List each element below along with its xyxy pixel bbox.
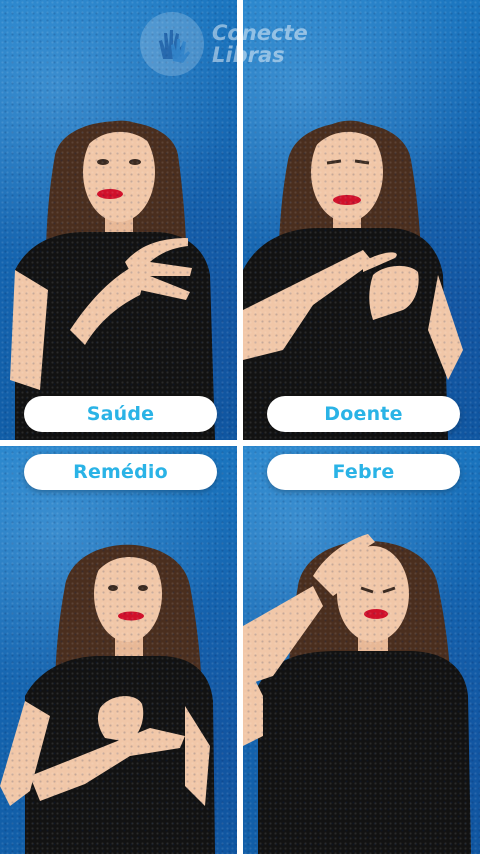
sign-label-pill: Febre bbox=[267, 454, 460, 490]
signer-figure bbox=[0, 544, 215, 854]
signer-figure bbox=[243, 534, 471, 854]
panel-febre: Febre bbox=[243, 446, 480, 854]
sign-label-pill: Doente bbox=[267, 396, 460, 432]
hands-logo-icon bbox=[140, 12, 204, 76]
sign-label: Remédio bbox=[73, 461, 168, 483]
sign-label: Febre bbox=[332, 461, 395, 483]
sign-label: Doente bbox=[324, 403, 403, 425]
brand-name: Conecte Libras bbox=[212, 22, 308, 66]
brand-watermark: Conecte Libras bbox=[140, 12, 330, 76]
sign-grid: Saúde Doente Remédio Febre bbox=[0, 0, 480, 854]
sign-label-pill: Remédio bbox=[24, 454, 217, 490]
panel-remedio: Remédio bbox=[0, 446, 237, 854]
brand-line-2: Libras bbox=[212, 43, 285, 67]
sign-label-pill: Saúde bbox=[24, 396, 217, 432]
brand-line-1: Conecte bbox=[212, 21, 308, 45]
sign-label: Saúde bbox=[86, 403, 155, 425]
